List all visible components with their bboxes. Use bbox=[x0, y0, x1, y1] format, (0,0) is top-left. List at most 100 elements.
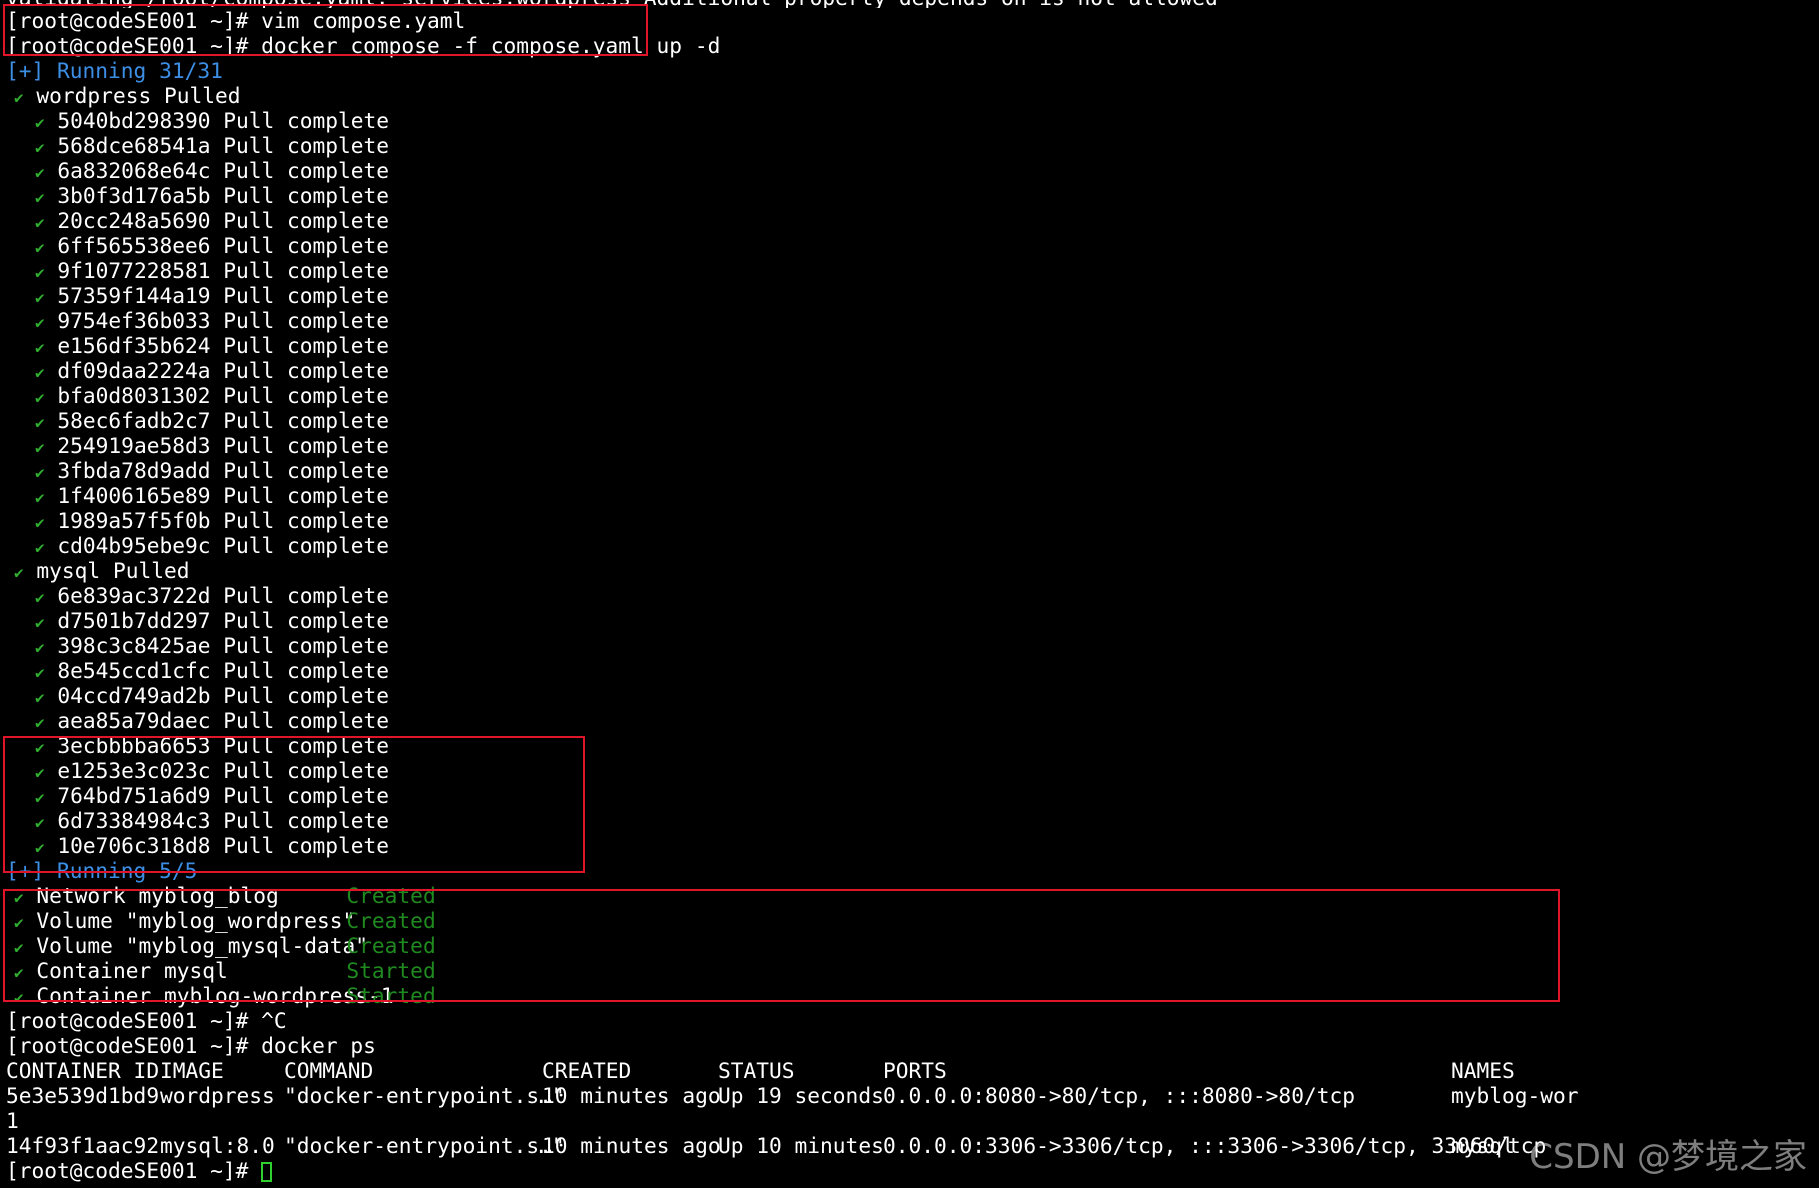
check-icon: ✔ bbox=[14, 888, 24, 907]
create-item-name: Volume "myblog_mysql-data" bbox=[36, 933, 369, 958]
check-icon: ✔ bbox=[35, 788, 45, 807]
check-icon: ✔ bbox=[35, 138, 45, 157]
layer-line: ✔ 3fbda78d9add Pull complete bbox=[6, 458, 1819, 483]
check-icon: ✔ bbox=[35, 438, 45, 457]
check-icon: ✔ bbox=[35, 388, 45, 407]
check-icon: ✔ bbox=[35, 813, 45, 832]
check-icon: ✔ bbox=[35, 113, 45, 132]
ps-cell-names: myblog-wor bbox=[1451, 1083, 1579, 1108]
check-icon: ✔ bbox=[35, 613, 45, 632]
layer-line: ✔ 9754ef36b033 Pull complete bbox=[6, 308, 1819, 333]
csdn-watermark: CSDN @梦境之家 bbox=[1529, 1137, 1807, 1177]
layer-status: df09daa2224a Pull complete bbox=[57, 358, 390, 383]
layer-line: ✔ 3b0f3d176a5b Pull complete bbox=[6, 183, 1819, 208]
wordpress-pulled-label: wordpress Pulled bbox=[36, 83, 241, 108]
layer-status: 3ecbbbba6653 Pull complete bbox=[57, 733, 390, 758]
command-docker-ps: [root@codeSE001 ~]# docker ps bbox=[6, 1033, 376, 1058]
layer-line: ✔ 57359f144a19 Pull complete bbox=[6, 283, 1819, 308]
check-icon: ✔ bbox=[35, 463, 45, 482]
command-ctrl-c: [root@codeSE001 ~]# ^C bbox=[6, 1008, 287, 1033]
check-icon: ✔ bbox=[35, 513, 45, 532]
layer-line: ✔ 6ff565538ee6 Pull complete bbox=[6, 233, 1819, 258]
ps-cell-ports: 0.0.0.0:8080->80/tcp, :::8080->80/tcp bbox=[883, 1083, 1355, 1108]
mysql-layer-list: ✔ 6e839ac3722d Pull complete ✔ d7501b7dd2… bbox=[6, 583, 1819, 858]
layer-status: 568dce68541a Pull complete bbox=[57, 133, 390, 158]
ps-header-cell: CONTAINER ID bbox=[6, 1058, 160, 1083]
layer-line: ✔ bfa0d8031302 Pull complete bbox=[6, 383, 1819, 408]
layer-line: ✔ 04ccd749ad2b Pull complete bbox=[6, 683, 1819, 708]
layer-line: ✔ 764bd751a6d9 Pull complete bbox=[6, 783, 1819, 808]
layer-line: ✔ 1f4006165e89 Pull complete bbox=[6, 483, 1819, 508]
check-icon: ✔ bbox=[35, 338, 45, 357]
layer-status: 5040bd298390 Pull complete bbox=[57, 108, 390, 133]
layer-line: ✔ cd04b95ebe9c Pull complete bbox=[6, 533, 1819, 558]
ps-cell-command: "docker-entrypoint.s…" bbox=[284, 1083, 565, 1108]
table-row: 5e3e539d1bd9 wordpress "docker-entrypoint.… bbox=[6, 1083, 1819, 1108]
layer-line: ✔ 6e839ac3722d Pull complete bbox=[6, 583, 1819, 608]
ps-cell-ports: 0.0.0.0:3306->3306/tcp, :::3306->3306/tc… bbox=[883, 1133, 1547, 1158]
layer-line: ✔ d7501b7dd297 Pull complete bbox=[6, 608, 1819, 633]
layer-line: ✔ 568dce68541a Pull complete bbox=[6, 133, 1819, 158]
layer-line: ✔ 20cc248a5690 Pull complete bbox=[6, 208, 1819, 233]
layer-line: ✔ 10e706c318d8 Pull complete bbox=[6, 833, 1819, 858]
check-icon: ✔ bbox=[35, 638, 45, 657]
check-icon: ✔ bbox=[14, 963, 24, 982]
create-item-name: Volume "myblog_wordpress" bbox=[36, 908, 356, 933]
layer-line: ✔ 8e545ccd1cfc Pull complete bbox=[6, 658, 1819, 683]
layer-status: 1989a57f5f0b Pull complete bbox=[57, 508, 390, 533]
wordpress-pulled-line: ✔ wordpress Pulled bbox=[6, 83, 1819, 108]
layer-status: cd04b95ebe9c Pull complete bbox=[57, 533, 390, 558]
ps-cell-id: 14f93f1aac92 bbox=[6, 1133, 160, 1158]
layer-status: 9f1077228581 Pull complete bbox=[57, 258, 390, 283]
layer-status: e156df35b624 Pull complete bbox=[57, 333, 390, 358]
layer-line: ✔ 9f1077228581 Pull complete bbox=[6, 258, 1819, 283]
create-item: ✔ Volume "myblog_mysql-data"Created bbox=[6, 933, 1819, 958]
wordpress-layer-list: ✔ 5040bd298390 Pull complete ✔ 568dce6854… bbox=[6, 108, 1819, 558]
check-icon: ✔ bbox=[35, 663, 45, 682]
pull-running-status: [+] Running 31/31 bbox=[6, 58, 223, 83]
layer-status: 6ff565538ee6 Pull complete bbox=[57, 233, 390, 258]
ps-cell-status: Up 10 minutes bbox=[718, 1133, 884, 1158]
ps-header-row: CONTAINER ID IMAGE COMMAND CREATED STATUS POR… bbox=[6, 1058, 1819, 1083]
ps-cell-created: 10 minutes ago bbox=[542, 1133, 721, 1158]
create-item-status: Started bbox=[346, 958, 436, 983]
layer-line: ✔ 1989a57f5f0b Pull complete bbox=[6, 508, 1819, 533]
layer-status: 6d73384984c3 Pull complete bbox=[57, 808, 390, 833]
create-item-status: Created bbox=[346, 908, 436, 933]
command-vim: [root@codeSE001 ~]# vim compose.yaml bbox=[6, 8, 466, 33]
layer-status: 764bd751a6d9 Pull complete bbox=[57, 783, 390, 808]
check-icon: ✔ bbox=[35, 588, 45, 607]
layer-status: 04ccd749ad2b Pull complete bbox=[57, 683, 390, 708]
terminal-cursor[interactable] bbox=[261, 1162, 273, 1182]
layer-status: 3b0f3d176a5b Pull complete bbox=[57, 183, 390, 208]
create-item-name: Container myblog-wordpress-1 bbox=[36, 983, 394, 1008]
check-icon: ✔ bbox=[35, 488, 45, 507]
layer-status: 57359f144a19 Pull complete bbox=[57, 283, 390, 308]
layer-line: ✔ 254919ae58d3 Pull complete bbox=[6, 433, 1819, 458]
ps-cell-created: 10 minutes ago bbox=[542, 1083, 721, 1108]
ps-cell-command: "docker-entrypoint.s…" bbox=[284, 1133, 565, 1158]
check-icon: ✔ bbox=[14, 988, 24, 1007]
layer-status: 20cc248a5690 Pull complete bbox=[57, 208, 390, 233]
ps-header-cell: NAMES bbox=[1451, 1058, 1515, 1083]
ps-header-cell: STATUS bbox=[718, 1058, 795, 1083]
create-item-name: Network myblog_blog bbox=[36, 883, 279, 908]
check-icon: ✔ bbox=[35, 838, 45, 857]
check-icon: ✔ bbox=[35, 313, 45, 332]
terminal-line-partial: validating /root/compose.yaml: services.… bbox=[6, 0, 1819, 8]
ps-cell-image: mysql:8.0 bbox=[160, 1133, 275, 1158]
ps-header-cell: CREATED bbox=[542, 1058, 632, 1083]
check-icon: ✔ bbox=[35, 763, 45, 782]
check-icon: ✔ bbox=[14, 563, 24, 582]
ps-header-cell: PORTS bbox=[883, 1058, 947, 1083]
ps-cell-names: mysql bbox=[1451, 1133, 1515, 1158]
check-icon: ✔ bbox=[35, 413, 45, 432]
layer-status: e1253e3c023c Pull complete bbox=[57, 758, 390, 783]
layer-status: 8e545ccd1cfc Pull complete bbox=[57, 658, 390, 683]
ps-cell-status: Up 19 seconds bbox=[718, 1083, 884, 1108]
layer-status: 254919ae58d3 Pull complete bbox=[57, 433, 390, 458]
layer-status: 6a832068e64c Pull complete bbox=[57, 158, 390, 183]
check-icon: ✔ bbox=[35, 713, 45, 732]
layer-line: ✔ aea85a79daec Pull complete bbox=[6, 708, 1819, 733]
layer-line: ✔ df09daa2224a Pull complete bbox=[6, 358, 1819, 383]
